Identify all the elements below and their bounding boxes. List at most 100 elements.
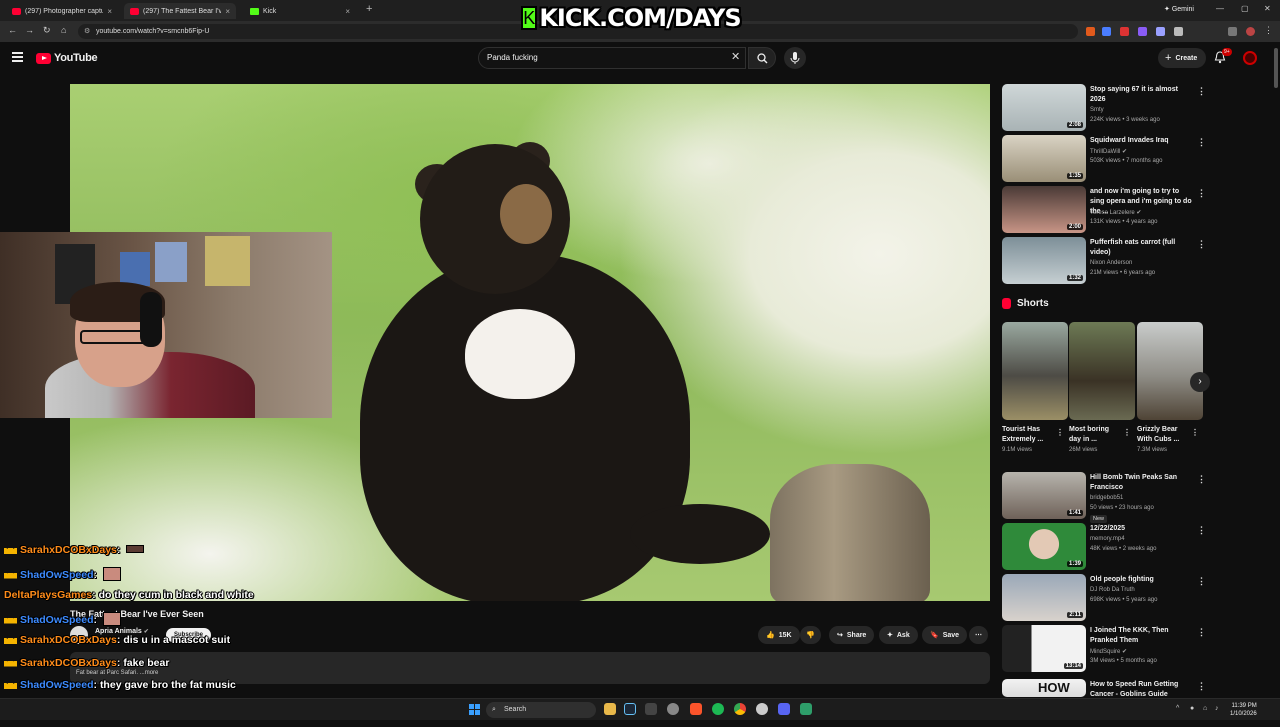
short-thumbnail[interactable] — [1002, 322, 1068, 420]
extension-icon[interactable] — [1156, 27, 1165, 36]
discord-icon[interactable] — [778, 703, 790, 715]
chat-username[interactable]: SarahxDCOBxDays — [20, 634, 117, 646]
short-title[interactable]: Grizzly Bear With Cubs ... — [1137, 425, 1189, 445]
brave-icon[interactable] — [690, 703, 702, 715]
short-item[interactable]: Tourist Has Extremely ... 9.1M views ⋮ — [1002, 322, 1068, 453]
gemini-button[interactable]: ✦ Gemini — [1164, 5, 1194, 13]
more-options-icon[interactable]: ⋮ — [1191, 428, 1199, 437]
extension-icon[interactable] — [1138, 27, 1147, 36]
browser-tab-3[interactable]: Kick × — [244, 3, 356, 19]
steam-icon[interactable] — [624, 703, 636, 715]
recommended-video-title[interactable]: Hill Bomb Twin Peaks San Francisco — [1090, 473, 1194, 493]
spotify-icon[interactable] — [712, 703, 724, 715]
video-thumbnail[interactable]: 1:41 — [1002, 472, 1086, 519]
video-thumbnail[interactable]: 1:32 — [1002, 237, 1086, 284]
app-icon[interactable] — [756, 703, 768, 715]
recommended-video[interactable]: 13:14 I Joined The KKK, Then Pranked Them… — [1002, 625, 1272, 673]
more-options-icon[interactable]: ⋮ — [1197, 627, 1206, 638]
dislike-button[interactable]: 👎 — [800, 626, 821, 644]
recommended-video-title[interactable]: Old people fighting — [1090, 575, 1194, 585]
channel-name[interactable]: Nixon Anderson — [1090, 260, 1132, 266]
recommended-video[interactable]: 2:00 and now i'm going to try to sing ope… — [1002, 186, 1272, 234]
chat-username[interactable]: ShadOwSpeed — [20, 679, 94, 691]
app-icon[interactable] — [800, 703, 812, 715]
video-thumbnail[interactable]: 1:35 — [1002, 135, 1086, 182]
more-options-icon[interactable]: ⋮ — [1056, 428, 1064, 437]
search-button[interactable] — [748, 47, 776, 69]
avatar[interactable] — [1246, 27, 1255, 36]
share-button[interactable]: ↪ Share — [829, 626, 875, 644]
account-avatar[interactable] — [1243, 51, 1257, 65]
page-scrollbar[interactable] — [1272, 42, 1280, 700]
close-window-icon[interactable]: ✕ — [1264, 4, 1271, 13]
recommended-video-title[interactable]: Stop saying 67 it is almost 2026 — [1090, 85, 1194, 105]
chat-username[interactable]: SarahxDCOBxDays — [20, 657, 117, 669]
chat-username[interactable]: DeltaPlaysGames — [4, 589, 92, 601]
extensions-puzzle-icon[interactable] — [1174, 27, 1183, 36]
recommended-video[interactable]: 2:08 Stop saying 67 it is almost 2026 Smty… — [1002, 84, 1272, 132]
recommended-video[interactable]: 1:35 Squidward Invades Iraq ThrillDaWill ✔… — [1002, 135, 1272, 183]
short-title[interactable]: Most boring day in ... — [1069, 425, 1121, 445]
video-thumbnail[interactable]: 13:14 — [1002, 625, 1086, 672]
channel-name[interactable]: ThrillDaWill ✔ — [1090, 148, 1127, 155]
maximize-icon[interactable]: ▢ — [1241, 4, 1249, 13]
taskbar-search[interactable]: ⌕ Search — [486, 702, 596, 718]
video-thumbnail[interactable]: 2:00 — [1002, 186, 1086, 233]
extension-icon[interactable] — [1120, 27, 1129, 36]
chat-username[interactable]: ShadOwSpeed — [20, 569, 94, 581]
app-icon[interactable] — [645, 703, 657, 715]
more-options-icon[interactable]: ⋮ — [1123, 428, 1131, 437]
browser-tab-2[interactable]: (297) The Fattest Bear I've × — [124, 3, 236, 19]
shorts-next-button[interactable]: › — [1190, 372, 1210, 392]
recommended-video[interactable]: 1:41 Hill Bomb Twin Peaks San Francisco br… — [1002, 472, 1272, 523]
back-icon[interactable]: ← — [8, 25, 17, 35]
more-options-icon[interactable]: ⋮ — [1197, 681, 1206, 692]
channel-name[interactable]: bridgebob51 — [1090, 495, 1123, 501]
close-icon[interactable]: × — [225, 7, 230, 16]
recommended-video-title[interactable]: 12/22/2025 — [1090, 524, 1194, 534]
home-icon[interactable]: ⌂ — [61, 25, 66, 35]
search-input[interactable]: Panda fucking — [478, 47, 746, 69]
short-title[interactable]: Tourist Has Extremely ... — [1002, 425, 1054, 445]
more-options-icon[interactable]: ⋮ — [1197, 86, 1206, 97]
short-thumbnail[interactable] — [1137, 322, 1203, 420]
create-button[interactable]: + Create — [1158, 48, 1207, 68]
more-actions-button[interactable]: ⋯ — [969, 626, 988, 644]
system-clock[interactable]: 11:39 PM 1/10/2026 — [1230, 702, 1257, 718]
recommended-video-title[interactable]: Pufferfish eats carrot (full video) — [1090, 238, 1194, 258]
browser-tab-1[interactable]: (297) Photographer captures in × — [6, 3, 118, 19]
profile-icon[interactable] — [1228, 27, 1237, 36]
video-thumbnail[interactable]: 1:39 — [1002, 523, 1086, 570]
recommended-video-title[interactable]: Squidward Invades Iraq — [1090, 136, 1194, 146]
reload-icon[interactable]: ↻ — [43, 25, 51, 36]
more-options-icon[interactable]: ⋮ — [1197, 576, 1206, 587]
settings-icon[interactable] — [667, 703, 679, 715]
channel-name[interactable]: Smty — [1090, 107, 1104, 113]
mic-tray-icon[interactable]: ● — [1190, 705, 1194, 712]
extension-icon[interactable] — [1102, 27, 1111, 36]
short-thumbnail[interactable] — [1069, 322, 1135, 420]
close-icon[interactable]: × — [107, 7, 112, 16]
video-thumbnail[interactable]: 2:08 — [1002, 84, 1086, 131]
save-button[interactable]: 🔖 Save — [922, 626, 968, 644]
recommended-video-title[interactable]: How to Speed Run Getting Cancer - Goblin… — [1090, 680, 1194, 700]
menu-kebab-icon[interactable]: ⋮ — [1264, 25, 1273, 36]
clear-search-icon[interactable]: ✕ — [731, 50, 740, 63]
channel-name[interactable]: Teresa Larzelere ✔ — [1090, 209, 1141, 216]
close-icon[interactable]: × — [345, 7, 350, 16]
channel-name[interactable]: DJ Rob Da Truth — [1090, 587, 1135, 593]
recommended-video-title[interactable]: I Joined The KKK, Then Pranked Them — [1090, 626, 1194, 646]
site-info-icon[interactable]: ⚙ — [84, 24, 90, 39]
windows-start-icon[interactable] — [469, 704, 480, 715]
recommended-video[interactable]: 2:11 Old people fighting DJ Rob Da Truth 69… — [1002, 574, 1272, 622]
minimize-icon[interactable]: — — [1216, 4, 1224, 13]
video-thumbnail[interactable]: 2:11 — [1002, 574, 1086, 621]
network-icon[interactable]: ⌂ — [1203, 705, 1207, 712]
chat-username[interactable]: ShadOwSpeed — [20, 614, 94, 626]
chrome-icon[interactable] — [734, 703, 746, 715]
more-options-icon[interactable]: ⋮ — [1197, 239, 1206, 250]
voice-search-button[interactable] — [784, 47, 806, 69]
recommended-video[interactable]: 1:39 12/22/2025 memory.mp4 48K views • 2 we… — [1002, 523, 1272, 571]
video-thumbnail[interactable]: HOW TO — [1002, 679, 1086, 697]
more-options-icon[interactable]: ⋮ — [1197, 137, 1206, 148]
